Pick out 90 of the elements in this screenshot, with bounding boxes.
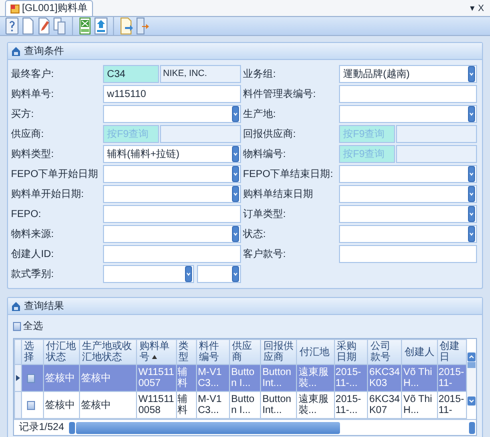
dropdown-button[interactable] [232, 146, 239, 162]
field-label: 回报供应商: [243, 128, 297, 142]
dropdown-field[interactable] [103, 105, 241, 123]
exit-icon[interactable] [135, 17, 149, 35]
table-cell: Võ Thi H... [402, 392, 438, 418]
table-row[interactable]: 签核中 签核中 W115110058 辅料 M-V1C3... Button I... Button Int... 遠東服裝... 2015-11-... 6KC34K07 Võ Thi H... 2015-11- [14, 392, 466, 418]
field-label: 购料单开始日期: [11, 188, 85, 202]
field-label: 买方: [11, 108, 35, 122]
dropdown-button[interactable] [232, 266, 239, 282]
dropdown-button[interactable] [232, 226, 239, 242]
panel-icon [12, 46, 20, 56]
dropdown-field[interactable]: 辅料(辅料+拉链) [103, 145, 241, 163]
text-field[interactable]: w115110 [103, 85, 241, 103]
table-cell: M-V1C3... [196, 392, 230, 418]
field-label: 购料类型: [11, 148, 55, 162]
field-label: 订单类型: [243, 208, 287, 222]
dropdown-button[interactable] [232, 166, 239, 182]
field-label: 料件管理表编号: [243, 88, 317, 102]
pencil-icon[interactable] [37, 17, 51, 35]
dropdown-field[interactable] [197, 265, 241, 283]
field-label: 生产地: [243, 108, 277, 122]
row-pointer-icon [16, 375, 20, 381]
row-checkbox[interactable] [27, 374, 35, 382]
dropdown-button[interactable] [232, 186, 239, 202]
dropdown-field[interactable] [339, 165, 477, 183]
horizontal-scrollbar[interactable] [69, 421, 476, 434]
document-icon[interactable] [21, 17, 35, 35]
panel-icon [12, 302, 20, 310]
dropdown-field[interactable] [339, 205, 477, 223]
dropdown-button[interactable] [468, 186, 475, 202]
documents-icon[interactable] [53, 17, 67, 35]
dropdown-field[interactable]: 運動品牌(越南) [339, 65, 477, 83]
table-cell: 签核中 [44, 392, 80, 418]
field-label: 最终客户: [11, 68, 55, 82]
table-cell: Button Int... [260, 392, 297, 418]
field-label: 创建人ID: [11, 248, 55, 262]
field-label: 购料单号: [11, 88, 55, 102]
field-label: 供应商: [11, 128, 45, 142]
dropdown-field[interactable] [103, 165, 241, 183]
table-cell: 6KC34K07 [368, 392, 402, 418]
name-field: NIKE, INC. [160, 65, 241, 83]
dropdown-field[interactable] [339, 105, 477, 123]
dropdown-button[interactable] [468, 166, 475, 182]
dropdown-button[interactable] [468, 206, 475, 222]
field-label: 业务组: [243, 68, 277, 82]
dropdown-button[interactable] [232, 106, 239, 122]
select-all-checkbox[interactable]: 全选 [8, 315, 48, 338]
lookup-field[interactable]: 按F9查询 [103, 125, 159, 143]
dropdown-button[interactable] [468, 66, 475, 82]
upload-icon[interactable] [94, 17, 108, 35]
field-label: 购料单结束日期 [243, 188, 314, 202]
field-label: FEPO下单结束日期: [243, 168, 334, 182]
table-cell: 签核中 [80, 392, 137, 418]
dropdown-field[interactable] [103, 185, 241, 203]
dropdown-field[interactable] [103, 225, 241, 243]
record-count: 记录1/524 [18, 421, 66, 435]
field-label: 客户款号: [243, 248, 287, 262]
field-label: 物料编号: [243, 148, 287, 162]
close-button[interactable]: X [478, 4, 484, 12]
text-field[interactable] [339, 85, 477, 103]
field-label: FEPO下单开始日期 [11, 168, 100, 182]
row-checkbox[interactable] [27, 400, 35, 410]
field-label: 款式季别: [11, 268, 55, 282]
text-field[interactable] [339, 245, 477, 263]
panel-header: 查询条件 [8, 43, 482, 60]
form-icon [10, 4, 20, 14]
dropdown-field[interactable] [103, 265, 194, 283]
field-label: FEPO: [11, 208, 42, 222]
lookup-field[interactable]: 按F9查询 [339, 145, 395, 163]
table-cell: 辅料 [176, 392, 196, 418]
question-icon[interactable] [5, 17, 19, 35]
field-label: 物料来源: [11, 228, 55, 242]
text-field[interactable] [103, 205, 241, 223]
text-field[interactable] [103, 245, 241, 263]
lookup-field[interactable]: 按F9查询 [339, 125, 395, 143]
panel-header: 查询结果 [8, 298, 482, 315]
dropdown-field[interactable] [339, 225, 477, 243]
dropdown-field[interactable] [339, 185, 477, 203]
dropdown-button[interactable] [185, 266, 192, 282]
table-cell: Button I... [230, 392, 261, 418]
spreadsheet-icon[interactable] [78, 17, 92, 35]
table-cell: 2015-11-... [334, 392, 368, 418]
dropdown-button[interactable] [468, 106, 475, 122]
field-label: 状态: [243, 228, 267, 242]
lookup-field[interactable]: C34 [103, 65, 159, 83]
dropdown-button[interactable]: ▾ [470, 4, 475, 12]
table-cell: 遠東服裝... [296, 392, 334, 418]
table-cell: W115110058 [136, 392, 176, 418]
document-arrow-icon[interactable] [119, 17, 133, 35]
dropdown-button[interactable] [468, 226, 475, 242]
